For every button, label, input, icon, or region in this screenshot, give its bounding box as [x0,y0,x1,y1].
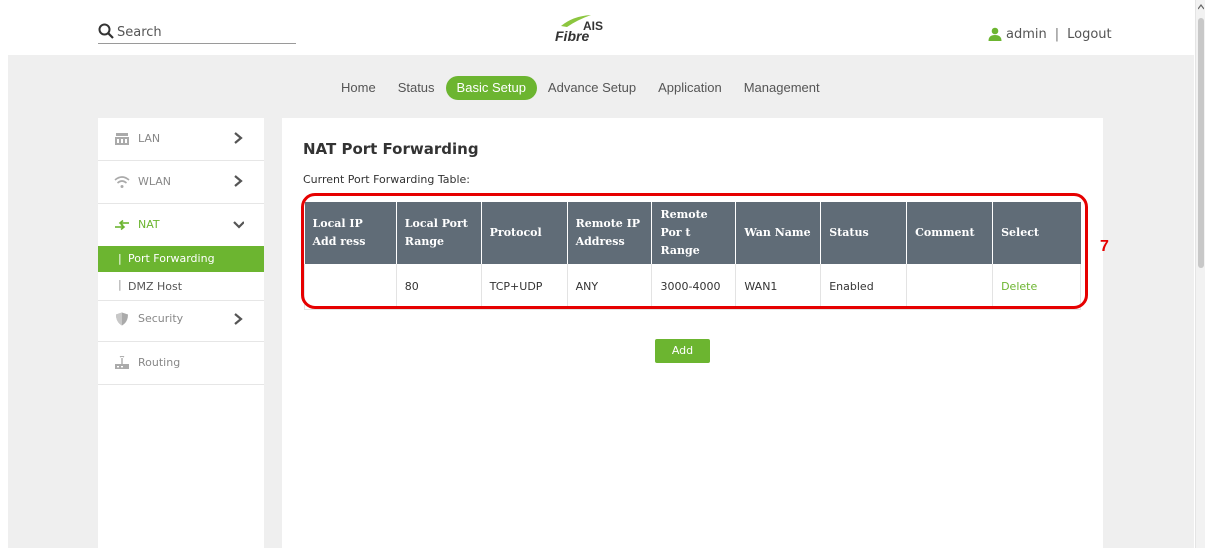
subitem-bar: | [118,278,122,291]
nav-advance-setup[interactable]: Advance Setup [537,76,647,100]
search-icon [98,23,114,39]
nav-status[interactable]: Status [387,76,446,100]
scroll-up-arrow-icon[interactable] [1198,4,1204,10]
add-button[interactable]: Add [655,339,710,363]
subitem-label: DMZ Host [128,280,183,293]
page-title: NAT Port Forwarding [303,140,479,158]
lan-icon [115,133,129,145]
ais-fibre-logo: AIS Fibre [553,14,623,48]
wifi-icon [114,176,130,188]
chevron-right-icon [234,175,243,187]
sidebar: LAN WLAN NAT | Port Forwarding | DMZ Hos… [98,118,264,548]
sidebar-item-label: Routing [138,356,181,369]
scrollbar-thumb[interactable] [1198,18,1204,268]
user-icon [988,27,1002,41]
subitem-label: Port Forwarding [128,252,215,265]
username: admin [1006,26,1047,42]
search-input[interactable]: Search [98,23,296,44]
sidebar-subitem-dmz-host[interactable]: | DMZ Host [98,272,264,300]
sidebar-item-label: Security [138,312,184,325]
sidebar-item-routing[interactable]: Routing [98,342,264,385]
nav-basic-setup[interactable]: Basic Setup [445,76,537,100]
sidebar-item-security[interactable]: Security [98,300,264,342]
content-panel: NAT Port Forwarding Current Port Forward… [282,118,1103,548]
user-separator: | [1054,26,1060,42]
sidebar-item-wlan[interactable]: WLAN [98,161,264,204]
sidebar-item-label: NAT [138,218,160,231]
subitem-bar: | [118,252,122,265]
sidebar-item-lan[interactable]: LAN [98,118,264,161]
nav-home[interactable]: Home [330,76,387,100]
sidebar-item-label: LAN [138,132,161,145]
annotation-highlight-box [301,193,1088,309]
search-placeholder: Search [117,25,162,40]
table-caption: Current Port Forwarding Table: [303,173,471,186]
nat-arrows-icon [115,219,129,231]
chevron-down-icon [233,221,244,229]
sidebar-item-nat[interactable]: NAT [98,204,264,247]
sidebar-subitem-port-forwarding[interactable]: | Port Forwarding [98,246,264,272]
main-nav: Home Status Basic Setup Advance Setup Ap… [330,76,831,100]
vertical-scrollbar[interactable] [1195,0,1205,548]
chevron-right-icon [234,132,243,144]
router-icon [115,356,129,369]
top-header: Search AIS Fibre admin | Logout [0,0,1195,55]
nav-application[interactable]: Application [647,76,733,100]
annotation-number: 7 [1100,238,1109,255]
chevron-right-icon [234,313,243,325]
user-area: admin | Logout [988,26,1112,42]
logo-fibre-text: Fibre [555,28,590,44]
shield-icon [116,312,128,326]
sidebar-item-label: WLAN [138,175,172,188]
logout-link[interactable]: Logout [1067,27,1112,42]
nav-management[interactable]: Management [733,76,831,100]
